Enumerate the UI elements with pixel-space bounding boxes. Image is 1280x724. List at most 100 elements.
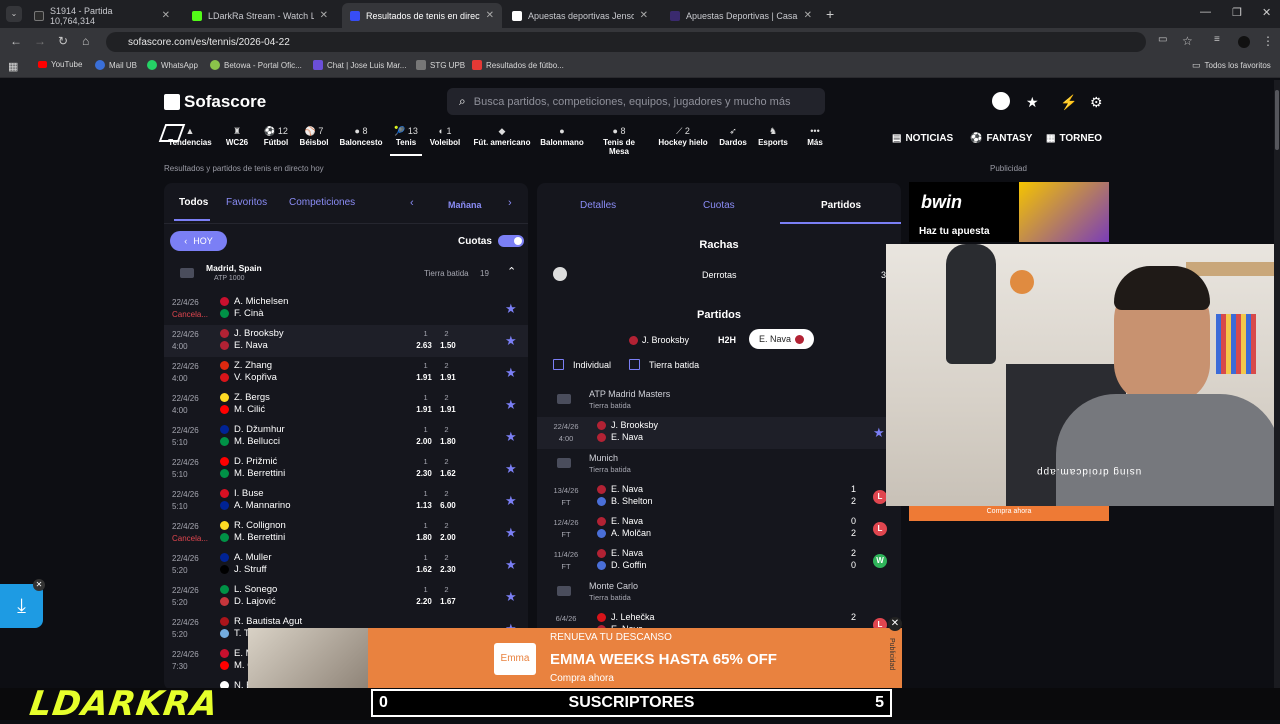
minimize-icon[interactable]: — xyxy=(1200,6,1211,18)
odds-block[interactable]: 1 2 1.13 6.00 xyxy=(414,488,458,512)
cuotas-toggle[interactable] xyxy=(498,235,524,247)
current-match-row[interactable]: 22/4/26 4:00 J. Brooksby E. Nava ★ xyxy=(537,417,901,449)
tab-competiciones[interactable]: Competiciones xyxy=(289,197,355,208)
favorite-star-icon[interactable]: ★ xyxy=(873,425,885,441)
tab-favoritos[interactable]: Favoritos xyxy=(226,197,267,208)
bookmark-whatsapp[interactable]: WhatsApp xyxy=(147,60,198,70)
tab-detalles[interactable]: Detalles xyxy=(580,200,616,211)
next-day-icon[interactable]: › xyxy=(508,197,512,209)
match-row[interactable]: 22/4/26 4:00 Z. Zhang V. Kopřiva 1 2 1.91 1.9… xyxy=(164,357,528,389)
match-row[interactable]: 22/4/26 5:10 D. Džumhur M. Bellucci 1 2 2.00 … xyxy=(164,421,528,453)
favorite-star-icon[interactable]: ★ xyxy=(505,333,517,349)
bookmark-stg[interactable]: STG UPB xyxy=(416,60,465,70)
bookmark-betowa[interactable]: Betowa - Portal Ofic... xyxy=(210,60,302,70)
favorite-star-icon[interactable]: ★ xyxy=(505,493,517,509)
reload-icon[interactable]: ↻ xyxy=(58,34,68,48)
browser-tab-active[interactable]: Resultados de tenis en directo y ✕ xyxy=(342,3,502,28)
h2h-player2-button[interactable]: E. Nava xyxy=(749,329,815,349)
result-row[interactable]: 12/4/26 FT E. Nava A. Molčan 0 2 L xyxy=(537,513,901,545)
close-window-icon[interactable]: ✕ xyxy=(1262,6,1271,19)
nav-torneo[interactable]: ▦ TORNEO xyxy=(1046,133,1102,144)
favorite-star-icon[interactable]: ★ xyxy=(505,525,517,541)
close-tab-icon[interactable]: ✕ xyxy=(486,10,494,21)
banner-cta[interactable]: Compra ahora xyxy=(550,673,614,684)
favorite-star-icon[interactable]: ★ xyxy=(505,589,517,605)
new-tab-icon[interactable]: + xyxy=(826,6,834,22)
favorites-star-icon[interactable]: ★ xyxy=(1026,94,1039,111)
odds-block[interactable]: 1 2 2.30 1.62 xyxy=(414,456,458,480)
nav-fantasy[interactable]: ⚽ FANTASY xyxy=(970,133,1032,144)
url-input[interactable]: sofascore.com/es/tennis/2026-04-22 xyxy=(106,32,1146,52)
match-row[interactable]: 22/4/26 5:20 L. Sonego D. Lajović 1 2 2.20 1.… xyxy=(164,581,528,613)
tab-partidos[interactable]: Partidos xyxy=(821,200,861,211)
sport-baloncesto[interactable]: ● 8 Baloncesto xyxy=(338,126,384,147)
forward-icon[interactable]: → xyxy=(34,34,46,48)
user-avatar-icon[interactable] xyxy=(992,92,1010,110)
close-download-icon[interactable]: ✕ xyxy=(33,579,45,591)
sport-balonmano[interactable]: ● Balonmano xyxy=(540,126,584,147)
sport-tenis-de-mesa[interactable]: ● 8 Tenis de Mesa xyxy=(592,126,646,156)
tournament-header[interactable]: Madrid, Spain ATP 1000 Tierra batida 19 … xyxy=(164,259,528,289)
day-selector[interactable]: Mañana xyxy=(448,200,482,210)
bookmark-resultados[interactable]: Resultados de fútbo... xyxy=(472,60,564,70)
browser-tab[interactable]: Apuestas Deportivas | Casa de A... ✕ xyxy=(662,3,820,28)
favorite-star-icon[interactable]: ★ xyxy=(505,365,517,381)
h2h-player1-button[interactable]: J. Brooksby xyxy=(629,335,689,345)
bookmark-youtube[interactable]: YouTube xyxy=(38,60,82,69)
home-icon[interactable]: ⌂ xyxy=(82,34,89,48)
hoy-button[interactable]: ‹ HOY xyxy=(170,231,227,251)
bookmark-chat[interactable]: Chat | Jose Luis Mar... xyxy=(313,60,406,70)
sport-tenis[interactable]: 🎾 13 Tenis xyxy=(390,126,422,156)
settings-gear-icon[interactable]: ⚙ xyxy=(1090,94,1103,111)
reading-list-icon[interactable]: ≡ xyxy=(1214,34,1220,45)
sport-hockey-hielo[interactable]: ⟋ 2 Hockey hielo xyxy=(656,126,710,147)
browser-tab[interactable]: Apuestas deportivas Jenson Br... ✕ xyxy=(504,3,656,28)
favorite-star-icon[interactable]: ★ xyxy=(505,429,517,445)
cast-icon[interactable]: ▭ xyxy=(1158,34,1167,45)
menu-icon[interactable]: ⋮ xyxy=(1262,34,1274,48)
browser-tab[interactable]: S1914 - Partida 10,764,314 ✕ xyxy=(26,3,178,28)
odds-block[interactable]: 1 2 2.63 1.50 xyxy=(414,328,458,352)
sport-futbol-americano[interactable]: ◆ Fút. americano xyxy=(470,126,534,147)
bookmark-star-icon[interactable]: ☆ xyxy=(1182,34,1193,48)
filter-tierra-batida[interactable]: Tierra batida xyxy=(629,359,699,370)
page-scrollbar[interactable] xyxy=(1274,80,1280,688)
close-ad-icon[interactable]: ✕ xyxy=(888,617,902,631)
h2h-button[interactable]: H2H xyxy=(718,335,736,345)
browser-tab[interactable]: LDarkRa Stream - Watch Live on ✕ xyxy=(184,3,336,28)
profile-avatar[interactable] xyxy=(1238,36,1250,48)
bookmark-mail-ub[interactable]: Mail UB xyxy=(95,60,137,70)
match-row[interactable]: 22/4/26 4:00 J. Brooksby E. Nava 1 2 2.63 1.5… xyxy=(164,325,528,357)
bwin-ad[interactable]: bwin Haz tu apuesta xyxy=(909,182,1109,242)
collapse-chevron-icon[interactable]: ⌃ xyxy=(507,265,516,278)
prev-day-icon[interactable]: ‹ xyxy=(410,197,414,209)
sport-wc26[interactable]: ♜ WC26 xyxy=(222,126,252,147)
odds-block[interactable]: 1 2 2.20 1.67 xyxy=(414,584,458,608)
maximize-icon[interactable]: ❐ xyxy=(1232,6,1242,19)
tab-cuotas[interactable]: Cuotas xyxy=(703,200,735,211)
odds-block[interactable]: 1 2 1.91 1.91 xyxy=(414,392,458,416)
tab-search-icon[interactable]: ⌄ xyxy=(6,6,22,22)
nav-noticias[interactable]: ▤ NOTICIAS xyxy=(892,133,953,144)
favorite-star-icon[interactable]: ★ xyxy=(505,461,517,477)
match-row[interactable]: 22/4/26 4:00 Z. Bergs M. Cilić 1 2 1.91 1.91 ★ xyxy=(164,389,528,421)
sport-esports[interactable]: ♞ Esports xyxy=(756,126,790,147)
close-tab-icon[interactable]: ✕ xyxy=(162,10,170,21)
lightning-icon[interactable]: ⚡ xyxy=(1060,94,1077,111)
odds-block[interactable]: 1 2 1.91 1.91 xyxy=(414,360,458,384)
match-row[interactable]: 22/4/26 5:10 I. Buse A. Mannarino 1 2 1.13 6.… xyxy=(164,485,528,517)
sport-futbol[interactable]: ⚽ 12 Fútbol xyxy=(260,126,292,147)
result-row[interactable]: 11/4/26 FT E. Nava D. Goffin 2 0 W xyxy=(537,545,901,577)
back-icon[interactable]: ← xyxy=(10,34,22,48)
close-tab-icon[interactable]: ✕ xyxy=(320,10,328,21)
close-tab-icon[interactable]: ✕ xyxy=(804,10,812,21)
sport-voleibol[interactable]: ◐ 1 Voleibol xyxy=(428,126,462,147)
odds-block[interactable]: 1 2 2.00 1.80 xyxy=(414,424,458,448)
match-row[interactable]: 22/4/26 5:20 A. Muller J. Struff 1 2 1.62 2.3… xyxy=(164,549,528,581)
filter-individual[interactable]: Individual xyxy=(553,359,611,370)
favorite-star-icon[interactable]: ★ xyxy=(505,397,517,413)
odds-block[interactable]: 1 2 1.80 2.00 xyxy=(414,520,458,544)
emma-ad-banner[interactable]: Emma RENUEVA TU DESCANSO EMMA WEEKS HAST… xyxy=(248,617,902,690)
match-row[interactable]: 22/4/26 Cancela... R. Collignon M. Berretti… xyxy=(164,517,528,549)
result-row[interactable]: 13/4/26 FT E. Nava B. Shelton 1 2 L xyxy=(537,481,901,513)
